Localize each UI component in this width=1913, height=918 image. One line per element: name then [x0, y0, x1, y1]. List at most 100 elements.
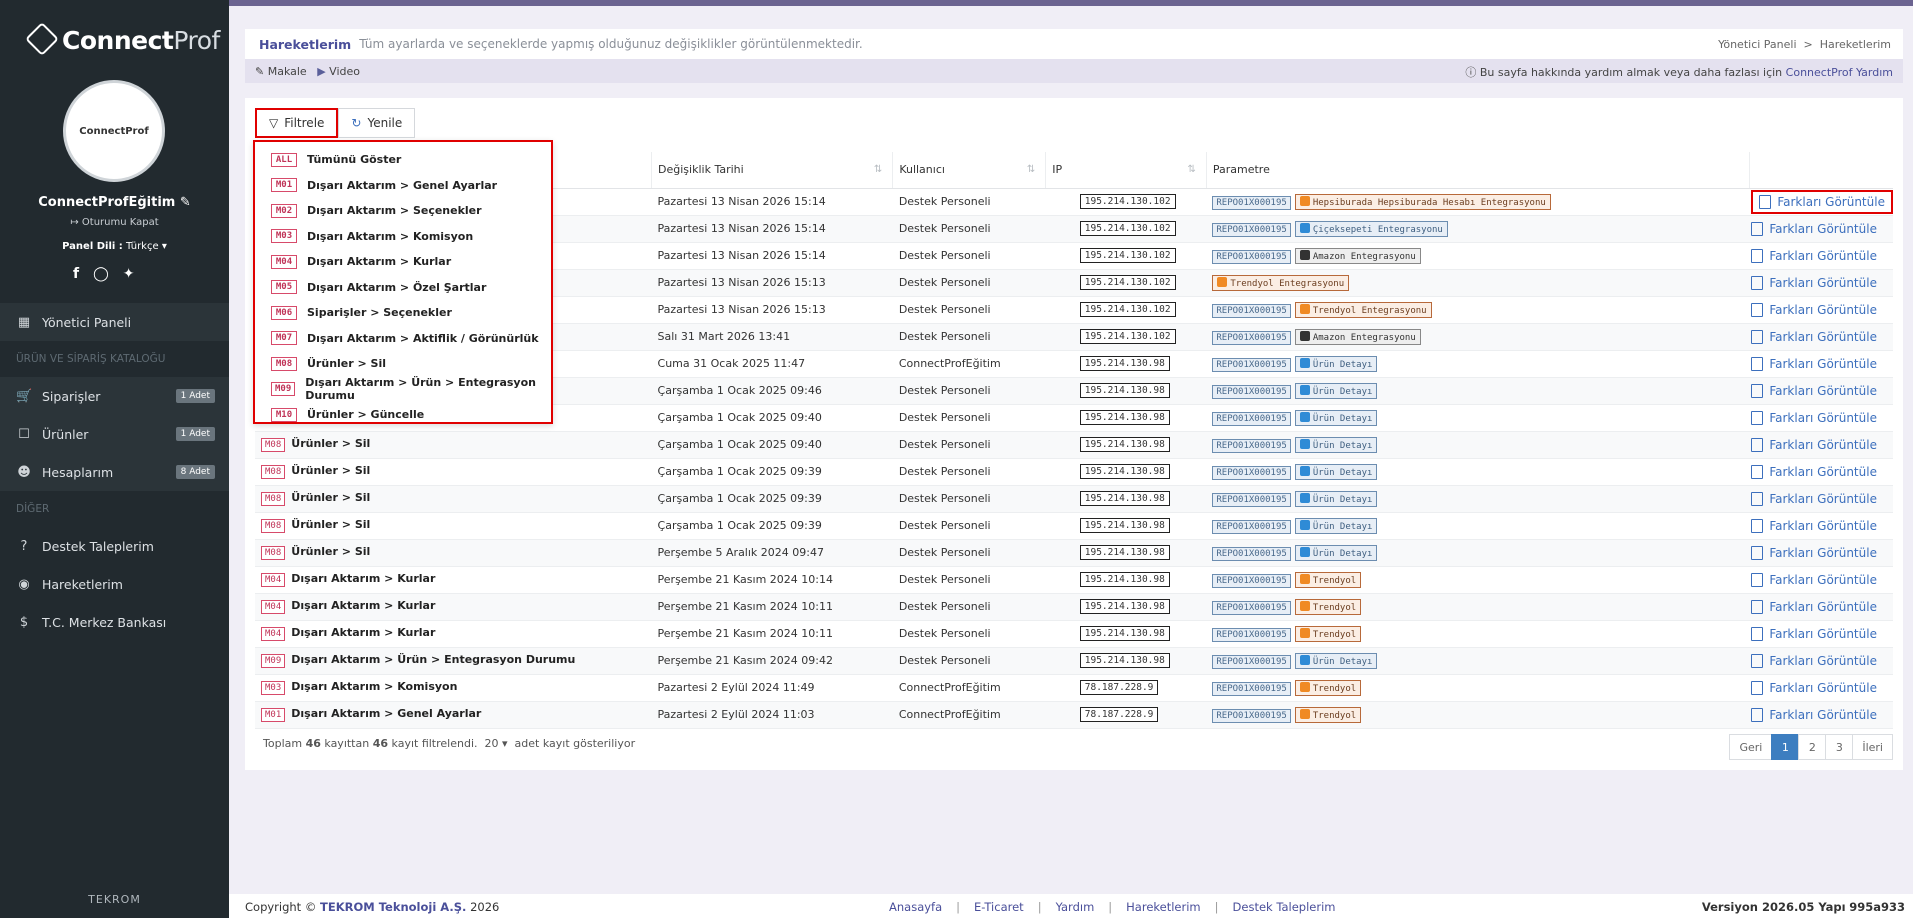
view-differences-button[interactable]: Farkları Görüntüle	[1751, 302, 1877, 317]
filter-option[interactable]: M01 Dışarı Aktarım > Genel Ayarlar	[255, 173, 551, 199]
social-links: f ◯ ✦	[73, 266, 135, 282]
marketplace-icon	[1299, 519, 1310, 530]
panel-language-select[interactable]: Panel Dili : Türkçe ▾	[0, 241, 229, 252]
sort-icon[interactable]: ⇅	[874, 164, 882, 175]
view-differences-button[interactable]: Farkları Görüntüle	[1751, 189, 1893, 214]
view-differences-button[interactable]: Farkları Görüntüle	[1751, 248, 1877, 263]
ip-cell: 195.214.130.102	[1045, 242, 1207, 270]
view-differences-button[interactable]: Farkları Görüntüle	[1751, 599, 1877, 614]
column-ip[interactable]: IP ⇅	[1045, 152, 1207, 189]
nav-menu: ▦ Yönetici Paneli ÜRÜN VE SİPARİŞ KATALO…	[0, 303, 229, 641]
breadcrumb-dashboard[interactable]: Yönetici Paneli	[1718, 38, 1796, 51]
view-differences-button[interactable]: Farkları Görüntüle	[1751, 275, 1877, 290]
repo-id: REPO01X000195	[1212, 222, 1291, 237]
breadcrumb-current: Hareketlerim	[1819, 38, 1891, 51]
logout-link[interactable]: ↦ Oturumu Kapat	[0, 217, 229, 228]
refresh-icon: ↻	[351, 116, 362, 130]
parameter-text: Ürün Detayı	[1312, 386, 1373, 397]
actions-cell: Farkları Görüntüle	[1749, 539, 1893, 567]
footer-link[interactable]: Anasayfa	[889, 900, 942, 914]
document-icon	[1759, 194, 1772, 209]
avatar[interactable]: ConnectProf	[63, 80, 165, 182]
parameter-tag: Ürün Detayı	[1294, 382, 1378, 399]
operation-code: M04	[261, 573, 286, 587]
video-link[interactable]: ▶ Video	[317, 65, 360, 78]
footer-link[interactable]: Yardım	[1056, 900, 1095, 914]
user-name[interactable]: ConnectProfEğitim ✎	[0, 195, 229, 210]
filter-option[interactable]: M03 Dışarı Aktarım > Komisyon	[255, 224, 551, 250]
view-differences-button[interactable]: Farkları Görüntüle	[1751, 491, 1877, 506]
footer-link[interactable]: Hareketlerim	[1126, 900, 1200, 914]
sort-icon[interactable]: ⇅	[1187, 164, 1195, 175]
filter-option[interactable]: M07 Dışarı Aktarım > Aktiflik / Görünürlü…	[255, 326, 551, 352]
column-date[interactable]: Değişiklik Tarihi ⇅	[651, 152, 894, 189]
user-cell: Destek Personeli	[892, 458, 1046, 486]
brand-logo[interactable]: ConnectProf	[25, 22, 220, 56]
user-cell: Destek Personeli	[892, 215, 1046, 243]
parameter-text: Trendyol	[1312, 602, 1357, 613]
filter-option[interactable]: ALL Tümünü Göster	[255, 147, 551, 173]
operation-label: Ürünler > Sil	[291, 437, 371, 450]
view-differences-button[interactable]: Farkları Görüntüle	[1751, 572, 1877, 587]
view-differences-button[interactable]: Farkları Görüntüle	[1751, 383, 1877, 398]
view-differences-button[interactable]: Farkları Görüntüle	[1751, 221, 1877, 236]
filter-option[interactable]: M09 Dışarı Aktarım > Ürün > Entegrasyon D…	[255, 376, 551, 402]
view-differences-button[interactable]: Farkları Görüntüle	[1751, 518, 1877, 533]
sidebar-item-products[interactable]: ☐ Ürünler 1 Adet	[0, 415, 229, 453]
view-differences-button[interactable]: Farkları Görüntüle	[1751, 329, 1877, 344]
sidebar-item-support[interactable]: ? Destek Taleplerim	[0, 527, 229, 565]
operation-cell: M08 Ürünler > Sil	[255, 431, 652, 459]
repo-id: REPO01X000195	[1212, 249, 1291, 264]
column-user[interactable]: Kullanıcı ⇅	[892, 152, 1047, 189]
page-2[interactable]: 2	[1798, 734, 1827, 760]
page-1[interactable]: 1	[1771, 734, 1800, 760]
filter-option[interactable]: M06 Siparişler > Seçenekler	[255, 300, 551, 326]
sidebar-item-activity[interactable]: ◉ Hareketlerim	[0, 565, 229, 603]
view-differences-button[interactable]: Farkları Görüntüle	[1751, 653, 1877, 668]
help-link[interactable]: ConnectProf Yardım	[1786, 66, 1893, 79]
date-cell: Perşembe 21 Kasım 2024 10:11	[651, 620, 893, 648]
view-differences-button[interactable]: Farkları Görüntüle	[1751, 707, 1877, 722]
twitter-icon[interactable]: ✦	[123, 266, 135, 282]
operation-cell: M03 Dışarı Aktarım > Komisyon	[255, 674, 652, 702]
view-differences-button[interactable]: Farkları Görüntüle	[1751, 410, 1877, 425]
page-next[interactable]: İleri	[1852, 734, 1893, 760]
footer-link[interactable]: Destek Taleplerim	[1233, 900, 1336, 914]
filter-button[interactable]: ▽ Filtrele	[255, 108, 339, 138]
refresh-button[interactable]: ↻ Yenile	[338, 108, 416, 138]
view-differences-label: Farkları Görüntüle	[1769, 275, 1877, 290]
filter-option[interactable]: M05 Dışarı Aktarım > Özel Şartlar	[255, 275, 551, 301]
article-link[interactable]: ✎ Makale	[255, 65, 307, 78]
view-differences-button[interactable]: Farkları Görüntüle	[1751, 464, 1877, 479]
filter-option[interactable]: M02 Dışarı Aktarım > Seçenekler	[255, 198, 551, 224]
document-icon	[1751, 545, 1764, 560]
page-prev[interactable]: Geri	[1729, 734, 1773, 760]
view-differences-button[interactable]: Farkları Görüntüle	[1751, 626, 1877, 641]
filter-option[interactable]: M04 Dışarı Aktarım > Kurlar	[255, 249, 551, 275]
filter-option[interactable]: M08 Ürünler > Sil	[255, 351, 551, 377]
page-3[interactable]: 3	[1825, 734, 1854, 760]
user-cell: Destek Personeli	[892, 647, 1046, 675]
edit-icon[interactable]: ✎	[180, 195, 191, 210]
view-differences-button[interactable]: Farkları Görüntüle	[1751, 437, 1877, 452]
facebook-icon[interactable]: f	[73, 266, 79, 282]
view-differences-label: Farkları Görüntüle	[1769, 356, 1877, 371]
page-size-select[interactable]: 20 ▾	[485, 737, 508, 750]
view-differences-button[interactable]: Farkları Görüntüle	[1751, 356, 1877, 371]
filter-option-code: M06	[271, 305, 297, 320]
sidebar-item-accounts[interactable]: ☻ Hesaplarım 8 Adet	[0, 453, 229, 491]
date-cell: Çarşamba 1 Ocak 2025 09:39	[651, 512, 893, 540]
filter-option-code: M10	[271, 407, 297, 422]
view-differences-button[interactable]: Farkları Görüntüle	[1751, 680, 1877, 695]
marketplace-icon	[1299, 546, 1310, 557]
actions-cell: Farkları Görüntüle	[1749, 593, 1893, 621]
view-differences-button[interactable]: Farkları Görüntüle	[1751, 545, 1877, 560]
sort-icon[interactable]: ⇅	[1027, 164, 1035, 175]
marketplace-icon	[1299, 492, 1310, 503]
filter-option[interactable]: M10 Ürünler > Güncelle	[255, 402, 551, 428]
sidebar-item-dashboard[interactable]: ▦ Yönetici Paneli	[0, 303, 229, 341]
instagram-icon[interactable]: ◯	[93, 266, 109, 282]
footer-link[interactable]: E-Ticaret	[974, 900, 1024, 914]
sidebar-item-bank[interactable]: $ T.C. Merkez Bankası	[0, 603, 229, 641]
sidebar-item-orders[interactable]: 🛒 Siparişler 1 Adet	[0, 377, 229, 415]
